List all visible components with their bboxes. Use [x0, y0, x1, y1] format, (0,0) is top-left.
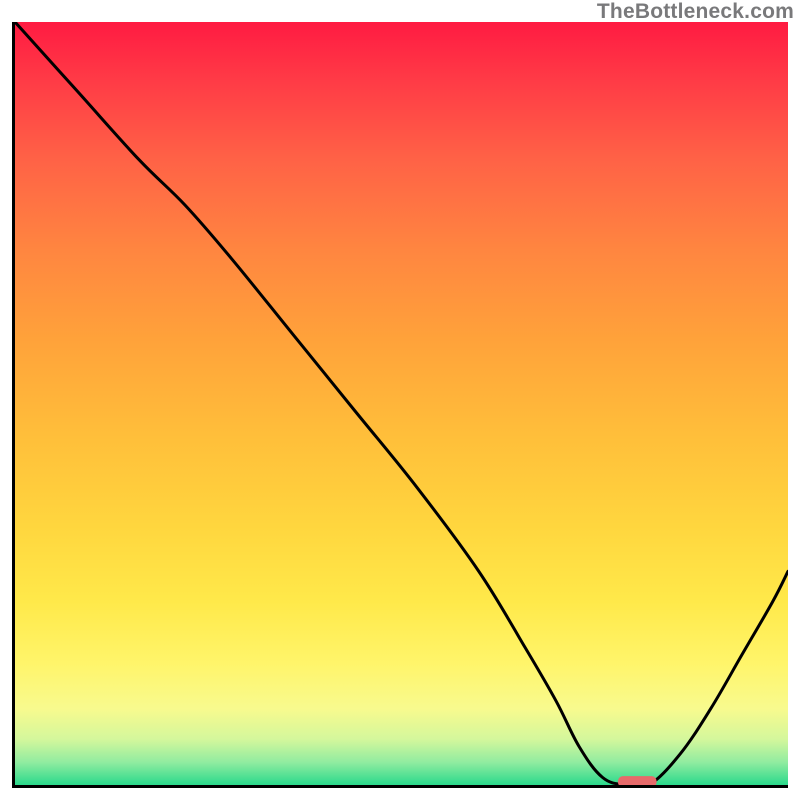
bottleneck-curve-path: [15, 22, 788, 785]
curve-layer: [15, 22, 788, 785]
chart-container: TheBottleneck.com: [0, 0, 800, 800]
watermark-text: TheBottleneck.com: [597, 0, 794, 24]
plot-area: [12, 22, 788, 788]
optimum-marker: [618, 776, 657, 785]
